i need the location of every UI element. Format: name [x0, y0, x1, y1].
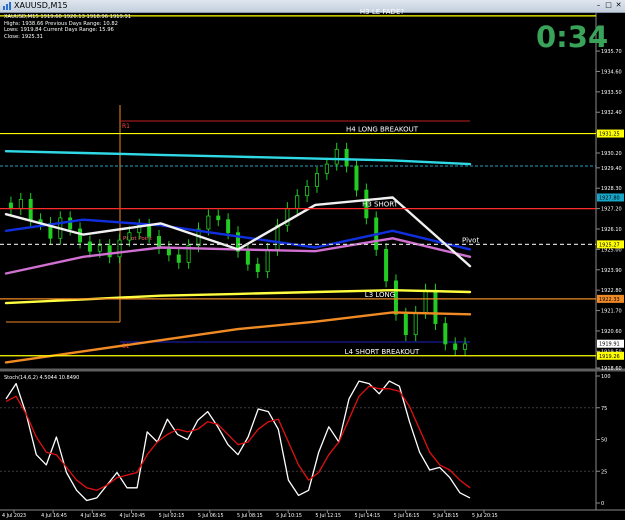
info-line: Highs: 1938.66 Previous Days Range: 10.8…: [4, 20, 118, 27]
x-tick-label: 5 Jul 14:15: [355, 513, 381, 519]
candle-body: [403, 313, 408, 336]
price-chart[interactable]: R1S1Pivot Point H3 LE FADE?H4 LONG BREAK…: [0, 0, 625, 520]
candle-body: [463, 343, 468, 350]
price-label-text: 1927.80: [599, 195, 620, 201]
countdown-timer: 0:34: [536, 20, 609, 54]
x-tick-label: 4 Jul 20:45: [120, 513, 146, 519]
main-plot-area: [0, 13, 596, 368]
price-label-text: 1925.27: [599, 242, 620, 248]
y-tick-label: 1933.50: [601, 90, 622, 96]
candle-body: [97, 245, 102, 252]
level-label: H3 SHORT: [362, 201, 399, 209]
candle-body: [305, 185, 310, 197]
stoch-tick-label: 100: [601, 374, 611, 380]
candle-body: [18, 198, 23, 210]
y-tick-label: 1929.40: [601, 166, 622, 172]
x-tick-label: 4 Jul 2023: [2, 513, 26, 519]
x-tick-label: 5 Jul 10:15: [276, 513, 302, 519]
stoch-tick-label: 25: [601, 469, 607, 475]
stoch-tick-label: 75: [601, 406, 607, 412]
stoch-title: Stoch(14,6,2) 4.5044 10.8490: [4, 375, 79, 381]
x-tick-label: 5 Jul 16:15: [394, 513, 420, 519]
stoch-plot-area: [0, 372, 596, 510]
candle-body: [206, 215, 211, 230]
candle-body: [107, 245, 112, 258]
symbol-line: XAUUSD,M15 1919.60 1920.13 1918.96 1919.…: [4, 14, 132, 20]
x-tick-label: 4 Jul 16:45: [41, 513, 67, 519]
candle-body: [413, 311, 418, 336]
chart-window: XAUUSD,M15 – □ ✕ R1 S1 Pivot Point H3 LE F…: [0, 0, 625, 520]
x-tick-label: 5 Jul 08:15: [237, 513, 263, 519]
level-label: H3 LE FADE?: [360, 8, 404, 16]
candle-body: [216, 215, 221, 221]
info-line: Close: 1925.31: [4, 33, 43, 40]
price-label-text: 1922.33: [599, 297, 620, 303]
x-tick-label: 4 Jul 18:45: [80, 513, 106, 519]
candle-body: [334, 148, 339, 165]
candle-body: [245, 250, 250, 265]
candle-body: [314, 172, 319, 187]
y-tick-label: 1926.10: [601, 227, 622, 233]
candle-body: [28, 198, 33, 221]
x-tick-label: 5 Jul 06:15: [198, 513, 224, 519]
y-tick-label: 1921.70: [601, 309, 622, 315]
candle-body: [423, 289, 428, 313]
y-tick-label: 1930.20: [601, 151, 622, 157]
candle-body: [255, 263, 260, 273]
y-tick-label: 1922.80: [601, 288, 622, 294]
candle-body: [443, 323, 448, 345]
stoch-tick-label: 50: [601, 438, 607, 444]
candle-body: [265, 248, 270, 273]
candle-body: [68, 217, 73, 230]
candle-body: [384, 248, 389, 282]
candle-body: [295, 195, 300, 210]
candle-body: [87, 241, 92, 252]
x-tick-label: 5 Jul 12:15: [315, 513, 341, 519]
stoch-tick-label: 0: [601, 501, 604, 507]
candle-body: [127, 232, 132, 241]
x-tick-label: 5 Jul 02:15: [159, 513, 185, 519]
level-label: H4 LONG BREAKOUT: [346, 126, 419, 134]
candle-body: [324, 163, 329, 174]
x-tick-label: 5 Jul 18:15: [433, 513, 459, 519]
candle-body: [8, 202, 13, 210]
candle-body: [275, 224, 280, 250]
price-label-text: 1931.25: [599, 132, 620, 138]
y-tick-label: 1932.40: [601, 110, 622, 116]
candle-body: [117, 239, 122, 258]
candle-body: [344, 148, 349, 167]
price-label-text: 1919.91: [599, 342, 620, 348]
candle-body: [176, 254, 181, 263]
y-tick-label: 1927.20: [601, 207, 622, 213]
level-label: L3 LONG: [365, 291, 395, 299]
info-line: Lows: 1919.84 Current Days Range: 15.96: [4, 27, 114, 34]
candle-body: [78, 228, 83, 243]
level-label: L4 SHORT BREAKOUT: [345, 348, 420, 356]
candle-body: [354, 165, 359, 191]
candle-body: [157, 236, 162, 248]
y-tick-label: 1928.30: [601, 186, 622, 192]
candle-body: [147, 224, 152, 237]
candle-body: [226, 219, 231, 234]
info-box: XAUUSD,M15 1919.60 1920.13 1918.96 1919.…: [4, 14, 131, 40]
level-label: Pivot: [462, 236, 479, 244]
x-tick-label: 5 Jul 20:15: [472, 513, 498, 519]
y-tick-label: 1923.90: [601, 268, 622, 274]
price-label-text: 1919.26: [599, 354, 620, 360]
candle-body: [433, 289, 438, 324]
y-tick-label: 1920.60: [601, 329, 622, 335]
r1-label: R1: [122, 123, 130, 130]
y-tick-label: 1934.60: [601, 69, 622, 75]
y-tick-label: 1918.60: [601, 366, 622, 372]
candle-body: [453, 343, 458, 350]
